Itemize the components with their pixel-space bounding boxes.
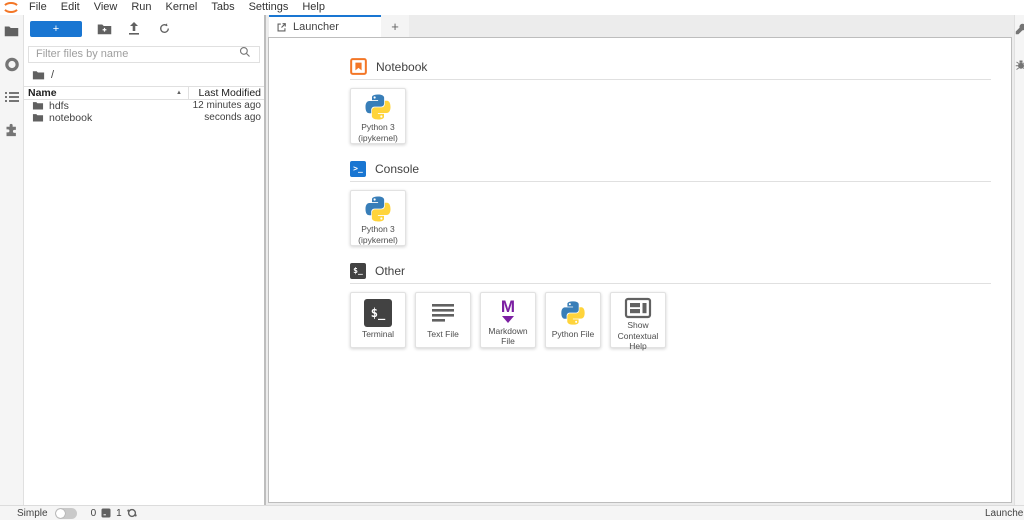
- name-column-header[interactable]: Name ▲: [24, 87, 188, 99]
- debugger-icon[interactable]: [1015, 59, 1024, 71]
- section-divider: [350, 283, 991, 284]
- launch-terminal-card[interactable]: $_ Terminal: [350, 292, 406, 348]
- table-of-contents-icon[interactable]: [4, 89, 20, 105]
- section-title: Console: [375, 162, 419, 176]
- menu-settings[interactable]: Settings: [242, 0, 296, 15]
- filter-files-input[interactable]: [28, 46, 260, 63]
- file-browser-toolbar: +: [24, 15, 264, 41]
- section-notebook: Notebook Python 3 (ipykernel): [350, 58, 991, 144]
- section-title: Other: [375, 264, 405, 278]
- terminals-count: 0: [91, 508, 97, 519]
- simple-mode-label: Simple: [17, 508, 48, 519]
- status-bar: Simple 0 1 Launcher: [0, 505, 1024, 520]
- new-folder-icon[interactable]: [96, 21, 112, 37]
- notebook-icon: [350, 58, 367, 75]
- menu-kernel[interactable]: Kernel: [159, 0, 205, 15]
- menu-file[interactable]: File: [22, 0, 54, 15]
- home-folder-icon: [32, 70, 45, 80]
- launch-console-python3-card[interactable]: Python 3 (ipykernel): [350, 190, 406, 246]
- new-tab-button[interactable]: +: [381, 15, 409, 37]
- console-icon: >_: [350, 161, 366, 177]
- menu-bar: File Edit View Run Kernel Tabs Settings …: [0, 0, 1024, 15]
- main-dock-panel: Launcher + Notebook: [265, 15, 1014, 505]
- breadcrumb-root[interactable]: /: [51, 69, 54, 81]
- section-divider: [350, 181, 991, 182]
- terminal-icon: $_: [350, 263, 366, 279]
- activity-bar: [0, 15, 24, 505]
- current-activity-label: Launcher: [985, 508, 1024, 519]
- text-file-icon: [430, 296, 456, 329]
- modified-time: 12 minutes ago: [178, 100, 264, 111]
- property-inspector-icon[interactable]: [1015, 23, 1024, 35]
- file-browser-icon[interactable]: [4, 23, 20, 39]
- tab-bar: Launcher +: [266, 15, 1014, 37]
- search-icon: [239, 46, 251, 58]
- modified-column-header[interactable]: Last Modified: [188, 87, 264, 99]
- launch-notebook-python3-card[interactable]: Python 3 (ipykernel): [350, 88, 406, 144]
- file-row-notebook[interactable]: notebook seconds ago: [24, 112, 264, 124]
- menu-help[interactable]: Help: [295, 0, 332, 15]
- terminal-status-icon: [101, 508, 111, 518]
- sessions-indicator[interactable]: 0 1: [91, 508, 137, 519]
- contextual-help-icon: [624, 296, 652, 320]
- menu-tabs[interactable]: Tabs: [204, 0, 241, 15]
- launch-text-file-card[interactable]: Text File: [415, 292, 471, 348]
- simple-mode-toggle[interactable]: [55, 508, 77, 519]
- launcher-tab-icon: [276, 22, 287, 33]
- launch-markdown-file-card[interactable]: M Markdown File: [480, 292, 536, 348]
- folder-icon: [32, 113, 44, 122]
- right-sidebar: [1014, 15, 1024, 505]
- section-console: >_ Console Python 3 (ipykernel): [350, 160, 991, 246]
- section-title: Notebook: [376, 60, 427, 74]
- extension-manager-icon[interactable]: [4, 122, 20, 138]
- show-contextual-help-card[interactable]: Show Contextual Help: [610, 292, 666, 348]
- sort-ascending-icon: ▲: [176, 90, 182, 96]
- terminal-icon: $_: [364, 299, 392, 327]
- new-launcher-button[interactable]: +: [30, 21, 82, 37]
- tab-launcher[interactable]: Launcher: [269, 15, 381, 37]
- jupyter-logo: [0, 0, 22, 15]
- filter-files-box: [28, 44, 260, 63]
- kernel-status-icon: [127, 508, 137, 518]
- markdown-icon: M: [501, 298, 515, 323]
- launcher-panel: Notebook Python 3 (ipykernel): [268, 37, 1012, 503]
- python-icon: [363, 194, 393, 224]
- refresh-icon[interactable]: [156, 21, 172, 37]
- python-icon: [559, 296, 587, 329]
- menu-view[interactable]: View: [87, 0, 125, 15]
- kernels-count: 1: [116, 508, 122, 519]
- file-list-header: Name ▲ Last Modified: [24, 86, 264, 100]
- section-divider: [350, 79, 991, 80]
- folder-icon: [32, 101, 44, 110]
- file-browser-panel: + /: [24, 15, 265, 505]
- menu-edit[interactable]: Edit: [54, 0, 87, 15]
- file-row-hdfs[interactable]: hdfs 12 minutes ago: [24, 100, 264, 112]
- launch-python-file-card[interactable]: Python File: [545, 292, 601, 348]
- tab-launcher-label: Launcher: [293, 21, 339, 33]
- running-sessions-icon[interactable]: [4, 56, 20, 72]
- breadcrumb[interactable]: /: [24, 63, 264, 86]
- upload-icon[interactable]: [126, 21, 142, 37]
- python-icon: [363, 92, 393, 122]
- section-other: $_ Other $_ Terminal: [350, 262, 991, 348]
- modified-time: seconds ago: [178, 112, 264, 123]
- menu-run[interactable]: Run: [124, 0, 158, 15]
